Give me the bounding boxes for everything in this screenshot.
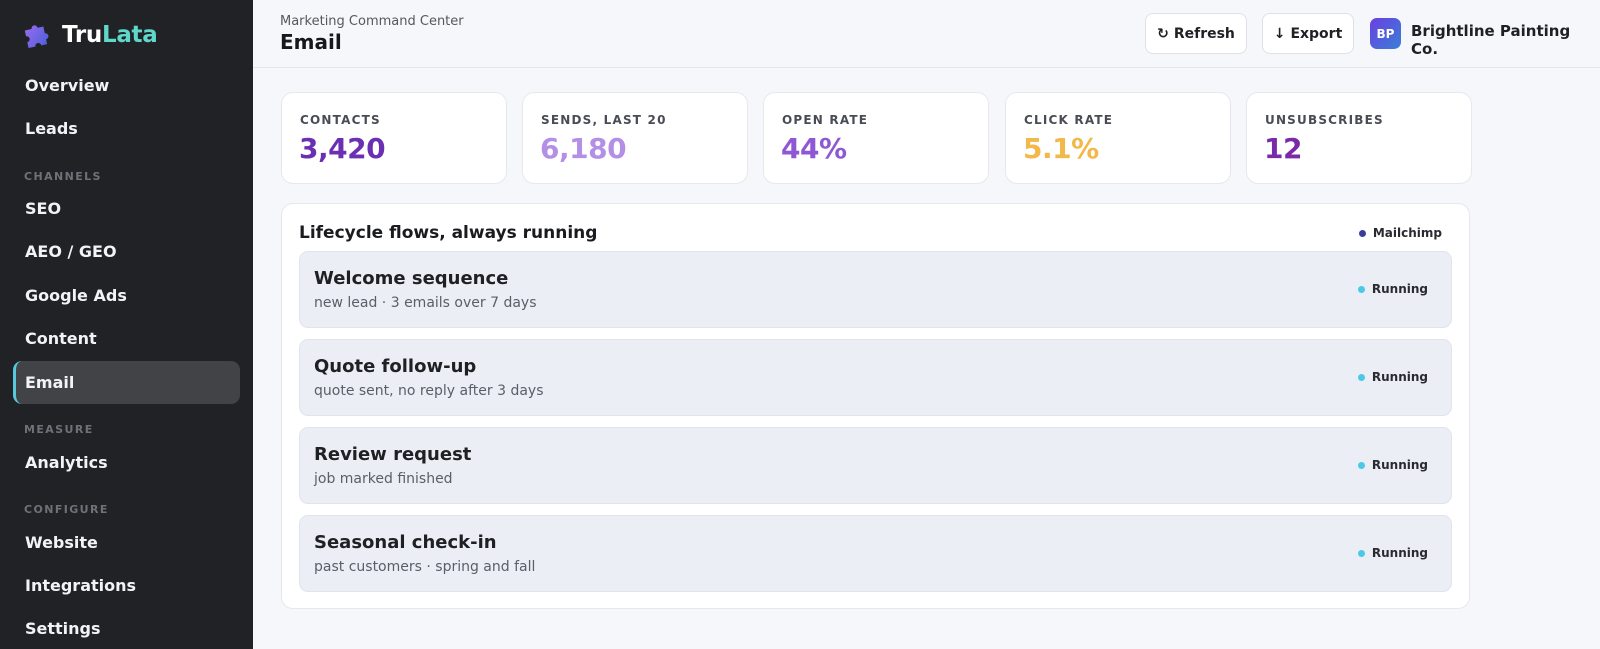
flow-row-welcome[interactable]: Welcome sequence new lead · 3 emails ove… [299, 251, 1452, 328]
stat-card-click-rate: CLICK RATE 5.1% [1005, 92, 1231, 184]
flow-row-quote-follow-up[interactable]: Quote follow-up quote sent, no reply aft… [299, 339, 1452, 416]
brand-logo[interactable]: TruLata [22, 20, 158, 50]
flow-description: job marked finished [314, 471, 453, 487]
sidebar-item-overview[interactable]: Overview [13, 64, 240, 107]
export-button[interactable]: ↓ Export [1262, 13, 1354, 54]
sidebar-item-google-ads[interactable]: Google Ads [13, 274, 240, 317]
download-arrow-icon: ↓ [1273, 25, 1286, 42]
flow-row-review-request[interactable]: Review request job marked finished Runni… [299, 427, 1452, 504]
stat-card-contacts: CONTACTS 3,420 [281, 92, 507, 184]
section-label-configure: CONFIGURE [24, 503, 109, 516]
flow-description: quote sent, no reply after 3 days [314, 383, 544, 399]
status-badge: Running [1357, 370, 1428, 384]
stat-label: UNSUBSCRIBES [1265, 113, 1384, 127]
stat-value: 5.1% [1023, 132, 1099, 165]
status-badge: Running [1357, 282, 1428, 296]
stat-card-sends: SENDS, LAST 20 6,180 [522, 92, 748, 184]
stat-card-unsubscribes: UNSUBSCRIBES 12 [1246, 92, 1472, 184]
sidebar-item-analytics[interactable]: Analytics [13, 441, 240, 484]
stat-value: 12 [1264, 132, 1302, 165]
status-label: Running [1371, 458, 1428, 472]
stat-label: SENDS, LAST 20 [541, 113, 667, 127]
status-dot-icon [1357, 285, 1365, 293]
section-label-measure: MEASURE [24, 423, 94, 436]
status-label: Running [1371, 546, 1428, 560]
flow-description: past customers · spring and fall [314, 559, 536, 575]
page-eyebrow: Marketing Command Center [280, 14, 464, 29]
provider-badge: Mailchimp [1358, 226, 1442, 240]
stat-card-open-rate: OPEN RATE 44% [763, 92, 989, 184]
status-dot-icon [1357, 373, 1365, 381]
brand-name: TruLata [62, 22, 158, 48]
sidebar-item-seo[interactable]: SEO [13, 187, 240, 230]
status-badge: Running [1357, 458, 1428, 472]
stat-value: 3,420 [299, 132, 386, 165]
flow-name: Review request [314, 444, 472, 465]
sidebar-item-settings[interactable]: Settings [13, 607, 240, 649]
stat-value: 44% [781, 132, 847, 165]
flow-name: Seasonal check-in [314, 532, 497, 553]
status-dot-icon [1357, 549, 1365, 557]
sidebar-item-website[interactable]: Website [13, 521, 240, 564]
refresh-icon: ↻ [1157, 25, 1169, 42]
lifecycle-flows-panel: Lifecycle flows, always running Mailchim… [281, 203, 1470, 609]
puzzle-logo-icon [24, 25, 49, 49]
company-name[interactable]: Brightline Painting Co. [1411, 22, 1600, 58]
refresh-button[interactable]: ↻ Refresh [1145, 13, 1247, 54]
flow-description: new lead · 3 emails over 7 days [314, 295, 537, 311]
section-label-channels: CHANNELS [24, 170, 102, 183]
flow-row-seasonal-check-in[interactable]: Seasonal check-in past customers · sprin… [299, 515, 1452, 592]
avatar[interactable]: BP [1370, 18, 1401, 49]
status-dot-icon [1358, 229, 1366, 237]
stat-label: OPEN RATE [782, 113, 869, 127]
sidebar-item-aeo-geo[interactable]: AEO / GEO [13, 230, 240, 273]
sidebar: TruLata Overview Leads CHANNELS SEO AEO … [0, 0, 253, 649]
panel-title: Lifecycle flows, always running [299, 223, 598, 243]
export-button-label: Export [1290, 25, 1343, 42]
flow-name: Welcome sequence [314, 268, 509, 289]
sidebar-item-email[interactable]: Email [13, 361, 240, 404]
sidebar-item-leads[interactable]: Leads [13, 107, 240, 150]
flow-name: Quote follow-up [314, 356, 477, 377]
provider-label: Mailchimp [1372, 226, 1442, 240]
status-label: Running [1371, 370, 1428, 384]
sidebar-item-integrations[interactable]: Integrations [13, 564, 240, 607]
stat-label: CONTACTS [300, 113, 381, 127]
page-title: Email [280, 30, 342, 54]
status-label: Running [1371, 282, 1428, 296]
refresh-button-label: Refresh [1173, 25, 1235, 42]
stat-value: 6,180 [540, 132, 627, 165]
sidebar-item-content[interactable]: Content [13, 317, 240, 360]
status-badge: Running [1357, 546, 1428, 560]
stat-label: CLICK RATE [1024, 113, 1114, 127]
status-dot-icon [1357, 461, 1365, 469]
